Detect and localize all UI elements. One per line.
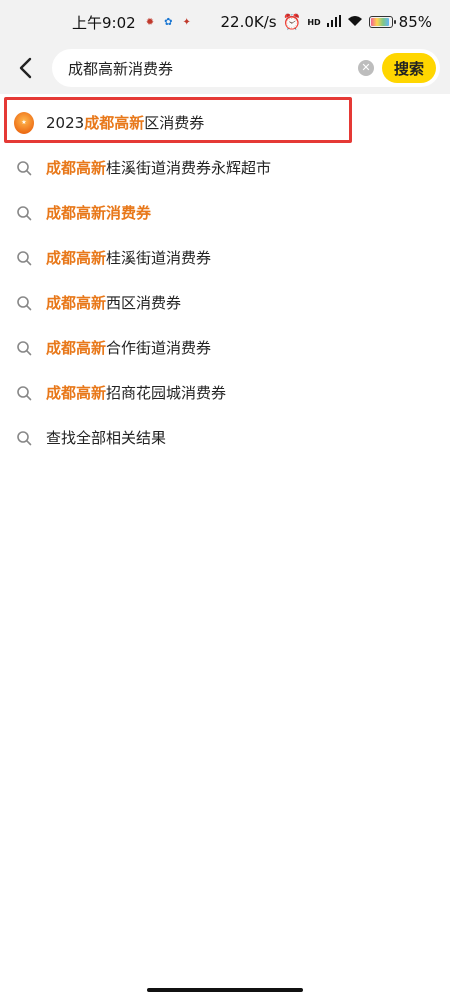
clear-icon[interactable]: ✕	[357, 60, 374, 76]
search-icon	[14, 428, 34, 448]
search-icon	[14, 383, 34, 403]
suggestion-highlight: 成都高新	[46, 384, 107, 402]
suggestion-prefix: 2023	[46, 113, 85, 132]
search-icon	[14, 248, 34, 268]
suggestion-highlight: 成都高新	[46, 159, 107, 177]
suggestion-highlight: 成都高新	[84, 114, 145, 132]
promo-badge-icon: ★	[14, 111, 34, 134]
wifi-icon	[347, 13, 363, 31]
suggestion-item[interactable]: ★ 2023 成都高新 区消费券	[0, 100, 450, 145]
suggestion-suffix: 区消费券	[144, 114, 205, 132]
notification-app-icon-2: ✿	[164, 16, 173, 28]
suggestion-suffix: 桂溪街道消费券	[106, 249, 212, 267]
suggestion-suffix: 西区消费券	[106, 294, 182, 312]
suggestion-item-find-all[interactable]: 查找全部相关结果	[0, 415, 450, 460]
search-box: ✕ 搜索	[52, 49, 440, 87]
notification-app-icon-3: ✦	[182, 16, 191, 28]
signal-label: HD	[307, 17, 321, 27]
suggestion-suffix: 查找全部相关结果	[46, 429, 167, 447]
alarm-icon: ⏰	[282, 13, 302, 31]
chevron-left-icon	[19, 57, 32, 79]
suggestion-list: ★ 2023 成都高新 区消费券 成都高新 桂溪街道消费券永辉超市 成都高新消费…	[0, 94, 450, 1000]
status-bar: 上午9:02 ✹ ✿ ✦ 22.0K/s ⏰ HD 85%	[0, 0, 450, 44]
suggestion-highlight: 成都高新	[46, 339, 107, 357]
suggestion-suffix: 招商花园城消费券	[106, 384, 227, 402]
battery-percent: 85%	[398, 13, 432, 31]
status-time: 上午9:02	[72, 13, 136, 32]
suggestion-item[interactable]: 成都高新 合作街道消费券	[0, 325, 450, 370]
suggestion-item[interactable]: 成都高新 桂溪街道消费券永辉超市	[0, 145, 450, 190]
network-speed: 22.0K/s	[220, 13, 277, 31]
search-icon	[14, 158, 34, 178]
suggestion-suffix: 合作街道消费券	[106, 339, 212, 357]
battery-fill	[370, 18, 390, 26]
status-left: 上午9:02 ✹ ✿ ✦	[72, 12, 191, 33]
notification-app-icon: ✹	[145, 16, 155, 28]
battery-icon	[368, 16, 396, 28]
suggestion-suffix: 桂溪街道消费券永辉超市	[106, 159, 272, 177]
suggestion-highlight: 成都高新	[46, 294, 107, 312]
suggestion-highlight: 成都高新	[46, 249, 107, 267]
suggestion-item[interactable]: 成都高新 招商花园城消费券	[0, 370, 450, 415]
search-button[interactable]: 搜索	[381, 53, 436, 83]
search-header: ✕ 搜索	[0, 44, 450, 92]
home-indicator[interactable]	[147, 988, 303, 992]
suggestion-item[interactable]: 成都高新 西区消费券	[0, 280, 450, 325]
suggestion-item[interactable]: 成都高新消费券	[0, 190, 450, 235]
status-right: 22.0K/s ⏰ HD 85%	[221, 13, 432, 31]
suggestion-highlight: 成都高新消费券	[46, 204, 152, 222]
search-icon	[14, 338, 34, 358]
back-button[interactable]	[8, 51, 42, 85]
search-input[interactable]	[68, 59, 358, 77]
suggestion-item[interactable]: 成都高新 桂溪街道消费券	[0, 235, 450, 280]
signal-icon	[326, 13, 341, 31]
search-icon	[14, 203, 34, 223]
search-icon	[14, 293, 34, 313]
